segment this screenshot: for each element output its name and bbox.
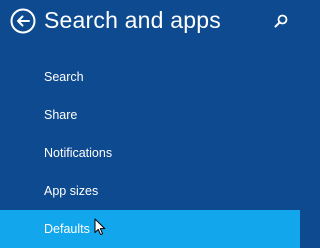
nav-item-defaults[interactable]: Defaults bbox=[0, 210, 300, 248]
header: Search and apps bbox=[0, 0, 300, 44]
back-button[interactable] bbox=[10, 8, 36, 34]
nav-item-notifications[interactable]: Notifications bbox=[0, 134, 300, 172]
nav-item-share[interactable]: Share bbox=[0, 96, 300, 134]
nav-item-search[interactable]: Search bbox=[0, 58, 300, 96]
back-arrow-circle-icon bbox=[10, 8, 36, 34]
search-icon bbox=[274, 14, 288, 28]
settings-nav-list: Search Share Notifications App sizes Def… bbox=[0, 58, 300, 248]
page-title: Search and apps bbox=[44, 7, 221, 33]
search-button[interactable] bbox=[273, 13, 289, 29]
nav-item-app-sizes[interactable]: App sizes bbox=[0, 172, 300, 210]
